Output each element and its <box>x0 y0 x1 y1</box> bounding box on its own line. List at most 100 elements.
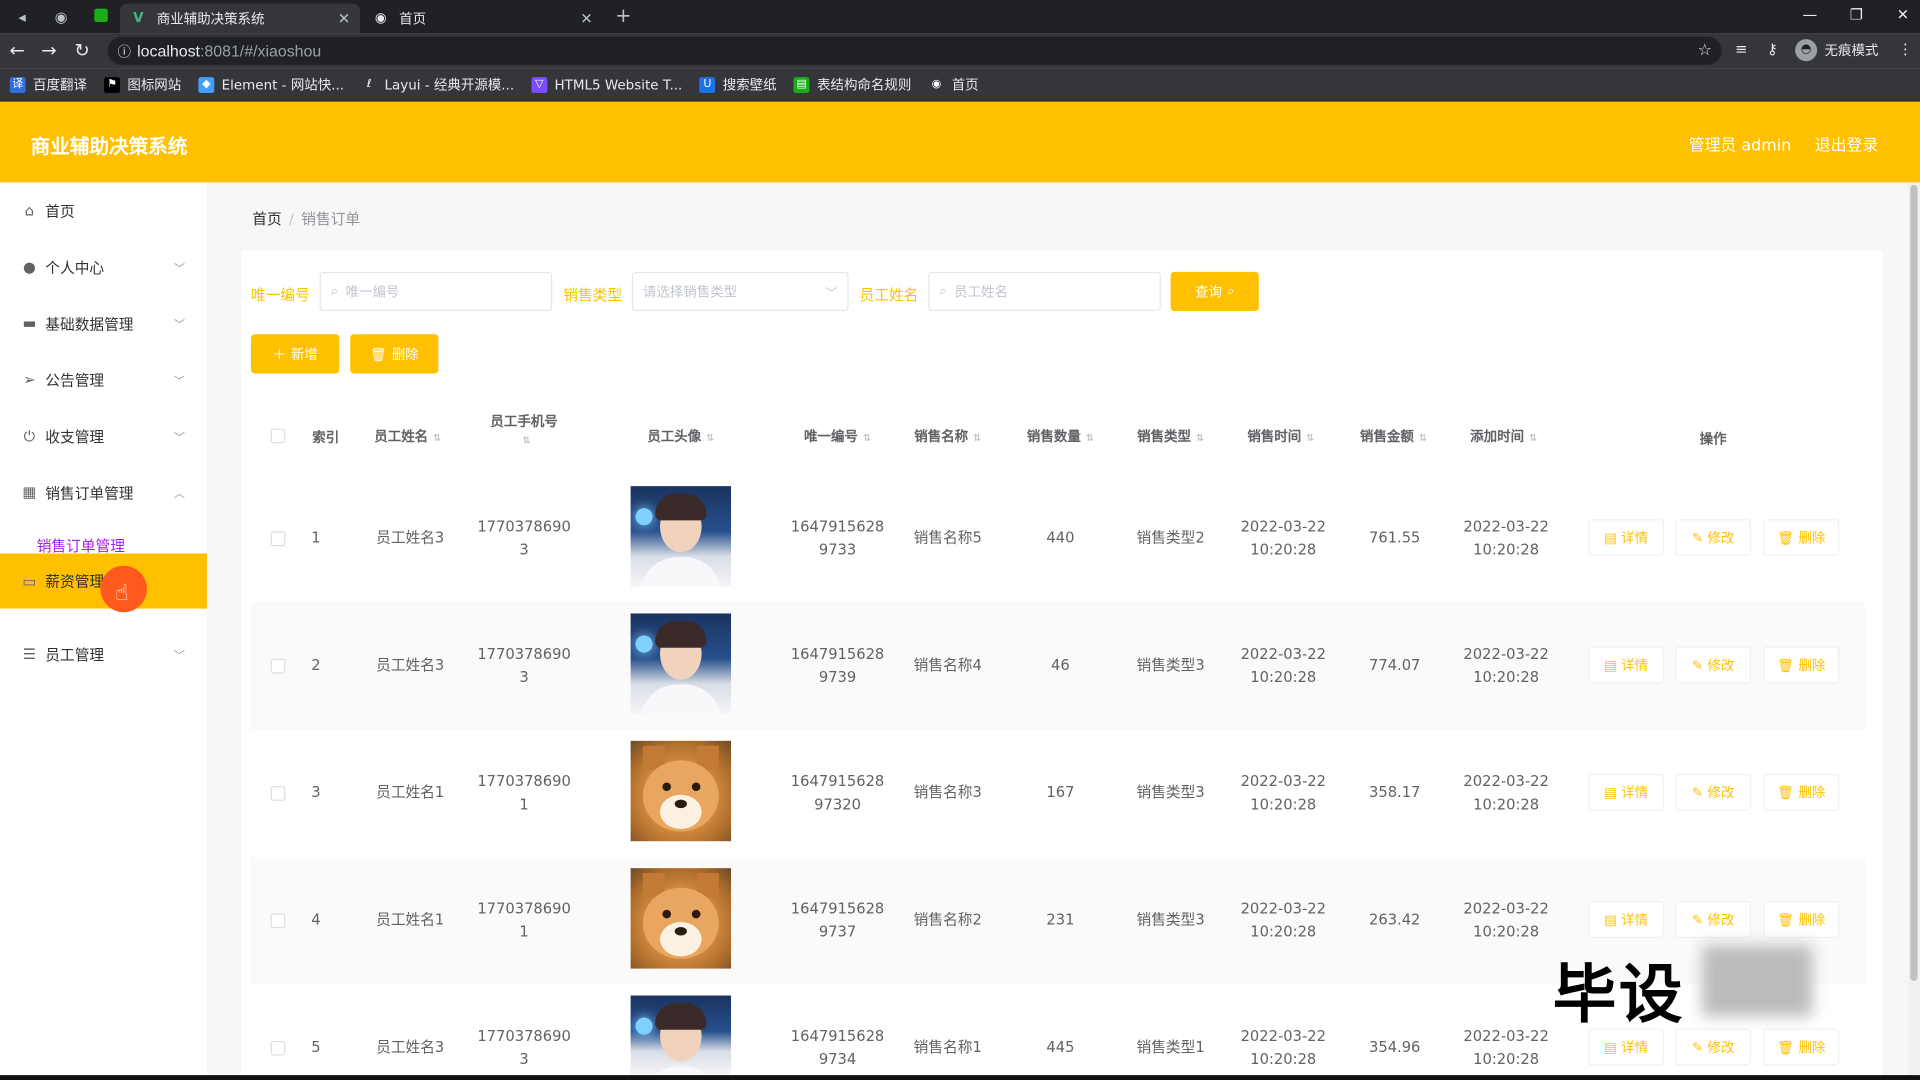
star-icon[interactable]: ☆ <box>1698 42 1712 60</box>
detail-button[interactable]: ▤ 详情 <box>1588 519 1665 556</box>
breadcrumb-home[interactable]: 首页 <box>252 211 281 228</box>
url-input[interactable]: ⓘ localhost:8081/#/xiaoshou ☆ <box>107 36 1722 65</box>
delete-button[interactable]: 🗑 删除 <box>1763 901 1840 938</box>
sidebar-item-finance[interactable]: ⏻ 收支管理 ﹀ <box>0 408 207 464</box>
globe-icon[interactable]: ◉ <box>49 5 73 29</box>
bookmark-item[interactable]: U 搜索壁纸 <box>699 75 777 95</box>
bookmark-item[interactable]: ⚑ 图标网站 <box>104 75 181 95</box>
id-search-input[interactable]: ⌕ 唯一编号 <box>319 271 553 312</box>
column-header-uid[interactable]: 唯一编号 ⇅ <box>784 426 892 446</box>
sort-icon: ⇅ <box>1195 432 1205 444</box>
browser-tab-active[interactable]: V 商业辅助决策系统 ✕ <box>120 3 361 34</box>
cell-add-time: 2022-03-22 10:20:28 <box>1463 1027 1549 1068</box>
bookmark-item[interactable]: ◆ Element - 网站快... <box>198 75 344 95</box>
delete-button[interactable]: 🗑 删除 <box>1763 519 1840 556</box>
delete-button[interactable]: 🗑 删除 <box>1763 773 1840 811</box>
edit-button[interactable]: ✎ 修改 <box>1675 1028 1752 1066</box>
close-icon[interactable]: ✕ <box>580 10 592 27</box>
column-header-avatar[interactable]: 员工头像 ⇅ <box>624 426 737 446</box>
bookmark-item[interactable]: ▽ HTML5 Website T... <box>531 76 682 93</box>
column-header-qty[interactable]: 销售数量 ⇅ <box>1007 426 1115 446</box>
scrollbar-thumb[interactable] <box>1910 184 1918 981</box>
cell-type: 销售类型3 <box>1136 911 1205 929</box>
bookmark-item[interactable]: ▤ 表结构命名规则 <box>793 75 911 95</box>
bookmark-item[interactable]: 译百度翻译 <box>9 75 87 95</box>
detail-button[interactable]: ▤ 详情 <box>1588 901 1665 938</box>
bookmark-item[interactable]: ◉ 首页 <box>928 75 979 95</box>
sidebar-item-notice[interactable]: ➢ 公告管理 ﹀ <box>0 351 207 407</box>
element-logo-icon: ◆ <box>198 76 215 93</box>
pencil-icon: ✎ <box>1691 784 1704 801</box>
sidebar-item-employees[interactable]: ☰ 员工管理 ﹀ <box>0 626 207 682</box>
speaker-icon[interactable]: ◂ <box>10 5 34 29</box>
plus-icon: ＋ <box>272 346 286 363</box>
forward-icon[interactable]: → <box>37 38 61 62</box>
row-checkbox[interactable] <box>270 658 286 674</box>
column-header-add-time[interactable]: 添加时间 ⇅ <box>1450 426 1558 446</box>
page-scrollbar[interactable] <box>1907 182 1920 1080</box>
cell-qty: 445 <box>1046 1038 1075 1056</box>
cell-sale-name: 销售名称3 <box>913 783 982 801</box>
window-close-icon[interactable]: ✕ <box>1885 2 1920 26</box>
batch-delete-button[interactable]: 🗑 删除 <box>350 334 439 374</box>
row-checkbox[interactable] <box>270 1040 286 1056</box>
new-tab-button[interactable]: + <box>612 4 634 27</box>
sort-icon: ⇅ <box>706 432 715 444</box>
back-icon[interactable]: ← <box>5 38 29 62</box>
search-icon: ⌕ <box>939 282 947 299</box>
row-checkbox[interactable] <box>270 913 286 929</box>
employee-name-input[interactable]: ⌕ 员工姓名 <box>928 271 1161 312</box>
row-checkbox[interactable] <box>270 531 286 547</box>
cell-qty: 46 <box>1051 656 1070 674</box>
cell-index: 2 <box>311 656 321 674</box>
reload-icon[interactable]: ↻ <box>70 38 94 62</box>
logout-link[interactable]: 退出登录 <box>1815 132 1879 155</box>
detail-button[interactable]: ▤ 详情 <box>1588 773 1665 811</box>
chevron-down-icon: ﹀ <box>173 262 185 275</box>
sidebar-item-sales-orders[interactable]: ▦ 销售订单管理 ︿ <box>0 464 207 520</box>
cell-index: 5 <box>311 1038 321 1056</box>
row-checkbox[interactable] <box>270 786 286 801</box>
tab-favicon-icon[interactable] <box>88 5 112 29</box>
sidebar-item-basic-data[interactable]: ▬ 基础数据管理 ﹀ <box>0 295 207 351</box>
edit-button[interactable]: ✎ 修改 <box>1675 773 1752 811</box>
minimize-icon[interactable]: — <box>1791 2 1828 26</box>
edit-button[interactable]: ✎ 修改 <box>1675 519 1752 556</box>
delete-button[interactable]: 🗑 删除 <box>1763 1028 1840 1066</box>
key-icon[interactable]: ⚷ <box>1767 40 1778 57</box>
sale-type-select[interactable]: 请选择销售类型 ﹀ <box>631 271 849 312</box>
edit-button[interactable]: ✎ 修改 <box>1675 901 1752 938</box>
sidebar-item-home[interactable]: ⌂ 首页 <box>0 182 207 238</box>
app-title: 商业辅助决策系统 <box>30 134 188 158</box>
list-icon: ☰ <box>22 645 36 663</box>
incognito-profile[interactable]: ◓ 无痕模式 <box>1795 39 1878 62</box>
avatar <box>630 486 732 587</box>
browser-tab[interactable]: ◉ 首页 ✕ <box>362 4 602 33</box>
playlist-icon[interactable]: ≡ <box>1735 40 1747 57</box>
cell-add-time: 2022-03-22 10:20:28 <box>1463 645 1549 686</box>
delete-button[interactable]: 🗑 删除 <box>1763 646 1840 684</box>
column-header-sale-time[interactable]: 销售时间 ⇅ <box>1227 426 1335 446</box>
restore-icon[interactable]: ❐ <box>1838 2 1875 26</box>
chevron-down-icon: ﹀ <box>825 287 838 301</box>
sort-icon: ⇅ <box>1306 432 1315 444</box>
avatar <box>630 995 732 1076</box>
add-button[interactable]: ＋新增 <box>251 334 340 374</box>
trash-icon: 🗑 <box>1777 911 1795 928</box>
column-header-type[interactable]: 销售类型 ⇅ <box>1117 426 1225 446</box>
edit-button[interactable]: ✎ 修改 <box>1675 646 1752 684</box>
column-header-amount[interactable]: 销售金额 ⇅ <box>1340 426 1448 446</box>
column-header-phone[interactable]: 员工手机号 ⇅ <box>475 411 573 447</box>
close-icon[interactable]: ✕ <box>338 10 350 27</box>
cell-index: 3 <box>311 783 321 801</box>
cell-qty: 167 <box>1046 783 1075 801</box>
menu-icon[interactable]: ⋮ <box>1898 40 1913 57</box>
detail-button[interactable]: ▤ 详情 <box>1588 646 1665 684</box>
query-button[interactable]: 查询 ⌕ <box>1170 271 1259 312</box>
info-icon[interactable]: ⓘ <box>118 41 138 61</box>
bookmark-item[interactable]: ℓ Layui - 经典开源模... <box>361 75 514 95</box>
sidebar-item-profile[interactable]: ● 个人中心 ﹀ <box>0 239 207 295</box>
column-header-sale-name[interactable]: 销售名称 ⇅ <box>894 426 1002 446</box>
select-all-checkbox[interactable] <box>270 428 286 444</box>
column-header-name[interactable]: 员工姓名 ⇅ <box>358 426 458 446</box>
